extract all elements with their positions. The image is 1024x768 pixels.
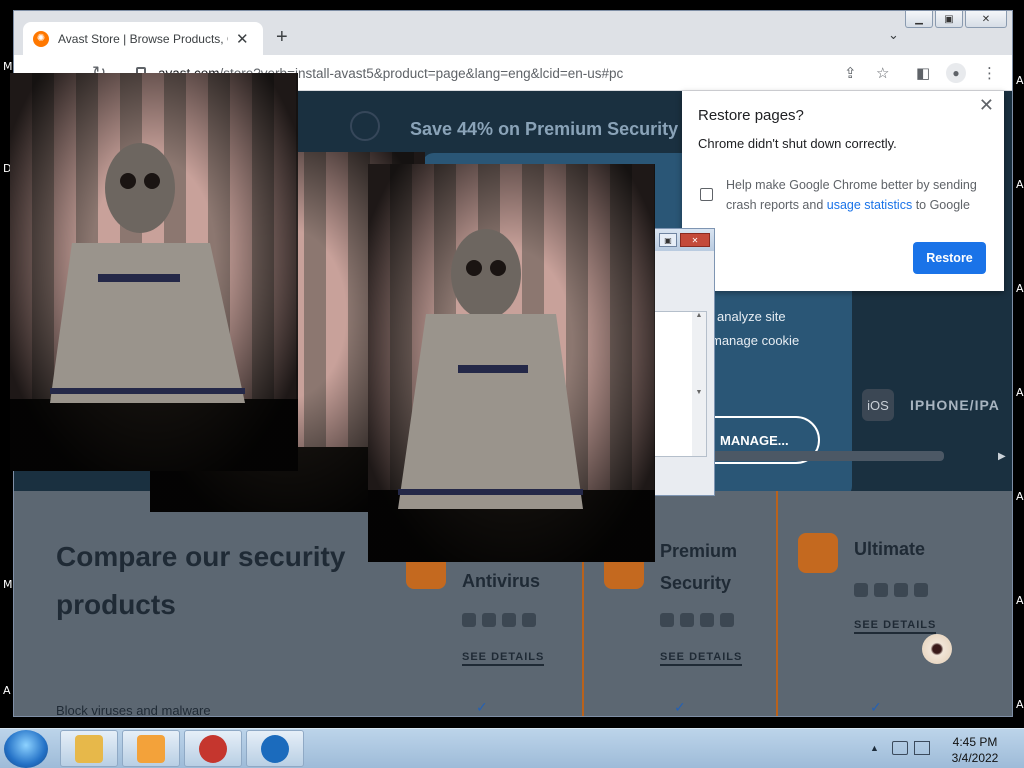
os-icons bbox=[660, 613, 734, 627]
tab-title: Avast Store | Browse Products, Offers bbox=[58, 31, 228, 46]
desktop-icon-label: A bbox=[1016, 386, 1024, 399]
desktop-icon-label: A bbox=[1016, 490, 1024, 503]
chevron-right-icon[interactable]: ▶ bbox=[998, 451, 1006, 462]
compare-title: Compare our security products bbox=[56, 541, 346, 620]
check-icon: ✓ bbox=[476, 699, 488, 715]
clock-time: 4:45 PM bbox=[952, 735, 998, 749]
avast-logo-icon: ✺ bbox=[33, 30, 49, 47]
tab-strip: ✺ Avast Store | Browse Products, Offers … bbox=[14, 11, 1012, 55]
desktop-icon-label: M bbox=[3, 578, 13, 591]
check-icon: ✓ bbox=[674, 699, 686, 715]
start-button[interactable] bbox=[4, 730, 48, 768]
restore-pages-popup: Restore pages? ✕ Chrome didn't shut down… bbox=[682, 91, 1004, 291]
bookmark-star-icon[interactable]: ☆ bbox=[876, 64, 889, 82]
taskbar-explorer[interactable] bbox=[60, 730, 118, 767]
close-tab-icon[interactable]: ✕ bbox=[236, 30, 249, 48]
see-details-link[interactable]: SEE DETAILS bbox=[462, 651, 545, 666]
doll-figure bbox=[50, 143, 245, 403]
android-icon bbox=[894, 583, 908, 597]
product-card-ultimate: Ultimate SEE DETAILS ✓ bbox=[784, 491, 980, 716]
windows-icon bbox=[854, 583, 868, 597]
feature-row-label: Block viruses and malware bbox=[56, 703, 211, 717]
desktop-icon-label: A bbox=[3, 684, 11, 697]
restore-button[interactable]: Restore bbox=[913, 242, 986, 274]
show-hidden-icons[interactable]: ▲ bbox=[870, 743, 879, 753]
desktop-icon-label: M bbox=[3, 60, 13, 73]
ios-icon bbox=[914, 583, 928, 597]
folder-icon bbox=[75, 735, 103, 763]
os-icons bbox=[462, 613, 536, 627]
promo-text: Save 44% on Premium Security bbox=[410, 119, 679, 139]
android-icon bbox=[700, 613, 714, 627]
avast-app-icon bbox=[261, 735, 289, 763]
window-controls: ▁ ▣ ✕ bbox=[905, 11, 1007, 28]
close-icon[interactable]: ✕ bbox=[979, 95, 994, 116]
devil-icon bbox=[199, 735, 227, 763]
ios-icon bbox=[522, 613, 536, 627]
restore-window-button[interactable]: ▣ bbox=[659, 233, 677, 247]
os-icons bbox=[854, 583, 928, 597]
clock-date: 3/4/2022 bbox=[951, 751, 999, 765]
desktop-icon-label: A bbox=[1016, 698, 1024, 711]
taskbar-avast-app[interactable] bbox=[246, 730, 304, 767]
apple-icon bbox=[680, 613, 694, 627]
check-icon: ✓ bbox=[870, 699, 882, 715]
minimize-button[interactable]: ▁ bbox=[905, 11, 933, 28]
close-window-button[interactable]: ✕ bbox=[965, 11, 1007, 28]
tab-avast-store[interactable]: ✺ Avast Store | Browse Products, Offers … bbox=[23, 22, 263, 55]
scrollbar[interactable]: ▲ ▼ bbox=[692, 312, 706, 456]
share-icon[interactable]: ⇪ bbox=[844, 64, 857, 82]
crash-report-label: Help make Google Chrome better by sendin… bbox=[726, 178, 977, 212]
desktop-icon-label: A bbox=[1016, 282, 1024, 295]
see-details-link[interactable]: SEE DETAILS bbox=[660, 651, 743, 666]
restore-title: Restore pages? bbox=[698, 107, 804, 124]
product-name: Premium Security bbox=[660, 541, 738, 593]
apple-icon bbox=[482, 613, 496, 627]
doll-figure bbox=[398, 229, 583, 509]
windows-icon bbox=[660, 613, 674, 627]
taskbar-media-player[interactable] bbox=[122, 730, 180, 767]
carousel-scrollbar[interactable] bbox=[704, 451, 944, 461]
creepy-doll-image bbox=[368, 164, 655, 562]
close-window-button[interactable]: ✕ bbox=[680, 233, 710, 247]
avast-badge-icon bbox=[350, 111, 380, 141]
desktop-icon-label: A bbox=[1016, 594, 1024, 607]
ios-icon bbox=[720, 613, 734, 627]
side-panel-icon[interactable]: ◧ bbox=[916, 64, 930, 82]
taskbar-red-devil-app[interactable] bbox=[184, 730, 242, 767]
ultimate-shield-icon bbox=[798, 533, 838, 573]
product-name: Ultimate bbox=[854, 539, 926, 559]
desktop-icon-label: A bbox=[1016, 178, 1024, 191]
maximize-button[interactable]: ▣ bbox=[935, 11, 963, 28]
desktop-icon-label: A bbox=[1016, 74, 1024, 87]
see-details-link[interactable]: SEE DETAILS bbox=[854, 619, 937, 634]
new-tab-icon[interactable]: + bbox=[276, 26, 288, 49]
profile-avatar-icon[interactable]: ● bbox=[946, 63, 966, 83]
usage-statistics-link[interactable]: usage statistics bbox=[827, 198, 912, 212]
media-player-icon bbox=[137, 735, 165, 763]
eyeball-icon bbox=[922, 634, 952, 664]
ios-icon[interactable]: iOS bbox=[862, 389, 894, 421]
creepy-doll-image bbox=[10, 73, 298, 471]
android-icon bbox=[502, 613, 516, 627]
cookie-text-line: analyze site bbox=[717, 309, 786, 324]
restore-message: Chrome didn't shut down correctly. bbox=[698, 136, 897, 151]
menu-kebab-icon[interactable]: ⋮ bbox=[982, 64, 997, 82]
cookie-text-line: manage cookie bbox=[711, 333, 800, 348]
product-name: Antivirus bbox=[462, 571, 541, 591]
system-clock[interactable]: 4:45 PM 3/4/2022 bbox=[944, 734, 1006, 766]
windows-icon bbox=[462, 613, 476, 627]
crash-report-checkbox[interactable] bbox=[700, 188, 713, 201]
network-icon[interactable] bbox=[892, 741, 908, 755]
taskbar: ▲ 4:45 PM 3/4/2022 bbox=[0, 728, 1024, 768]
volume-icon[interactable] bbox=[914, 741, 930, 755]
platform-label[interactable]: IPHONE/IPA bbox=[910, 397, 1000, 413]
apple-icon bbox=[874, 583, 888, 597]
tab-search-chevron-icon[interactable]: ⌄ bbox=[888, 27, 899, 43]
